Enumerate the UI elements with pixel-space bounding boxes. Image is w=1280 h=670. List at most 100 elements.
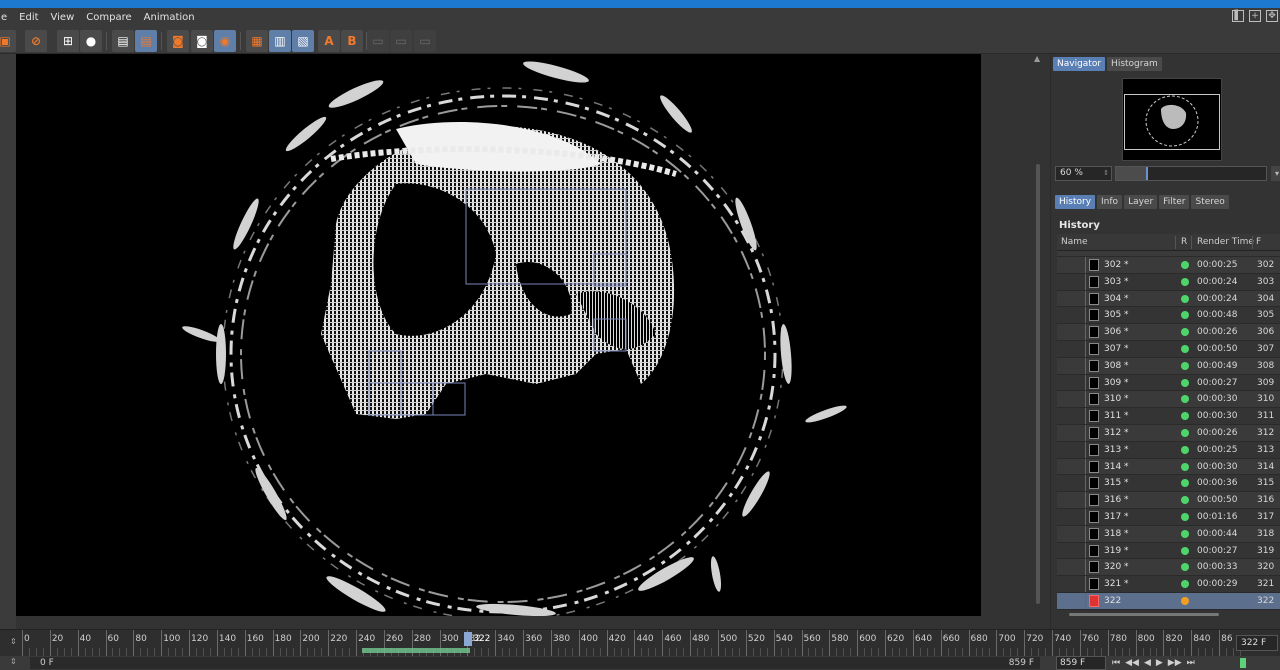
go-to-end-icon[interactable]: ⏭	[1187, 656, 1195, 670]
zoom-input[interactable]: 60 % ⇕	[1055, 166, 1112, 181]
row-name: 311 *	[1104, 411, 1129, 422]
table-row[interactable]: 309 * 00:00:27 309	[1057, 374, 1280, 392]
table-row[interactable]: 307 * 00:00:50 307	[1057, 340, 1280, 358]
column-r[interactable]: R	[1181, 234, 1187, 251]
play-icon[interactable]: ▶	[1156, 656, 1163, 670]
scroll-up-icon[interactable]: ▲	[1034, 54, 1040, 63]
wipe-vertical-icon[interactable]: ▧	[292, 30, 314, 52]
table-row[interactable]: 310 * 00:00:30 310	[1057, 391, 1280, 409]
set-b-icon[interactable]: B	[341, 30, 363, 52]
tab-stereo[interactable]: Stereo	[1191, 195, 1229, 209]
menu-file-partial[interactable]: e	[0, 8, 13, 28]
frame-thumbnail	[1089, 460, 1099, 473]
frame-range-bar[interactable]: 0 F 859 F	[30, 657, 1040, 669]
column-name[interactable]: Name	[1061, 234, 1088, 251]
tick-minor	[1003, 648, 1005, 656]
table-row[interactable]: 312 * 00:00:26 312	[1057, 424, 1280, 442]
tab-layer[interactable]: Layer	[1124, 195, 1158, 209]
set-a-icon[interactable]: A	[318, 30, 340, 52]
open-icon[interactable]: ▣	[0, 30, 16, 52]
maximize-icon[interactable]: +	[1249, 10, 1261, 22]
end-frame-field[interactable]: 859 F	[1056, 656, 1106, 670]
move-icon[interactable]: ✥	[1266, 10, 1278, 22]
column-f[interactable]: F	[1256, 234, 1261, 251]
table-row[interactable]: 318 * 00:00:44 318	[1057, 525, 1280, 543]
menu-view[interactable]: View	[45, 8, 81, 28]
compare-icon[interactable]: ▦	[246, 30, 268, 52]
table-row[interactable]: 322 322	[1057, 592, 1280, 610]
tick-label: 840	[1193, 634, 1211, 644]
table-row[interactable]: 316 * 00:00:50 316	[1057, 492, 1280, 509]
menu-animation[interactable]: Animation	[138, 8, 201, 28]
tick-mark	[662, 630, 664, 656]
previous-frame-icon[interactable]: ◀	[1144, 656, 1151, 670]
show-b-icon[interactable]: ◙	[191, 30, 213, 52]
tick-label: 420	[608, 634, 626, 644]
timeline[interactable]: ⇕ 0 20 40 60 80 100 120 140 160 180 200 220 240 260 28…	[0, 629, 1280, 656]
layout-toggle-icon[interactable]: ▌	[1232, 10, 1244, 22]
previous-key-icon[interactable]: ◀◀	[1125, 656, 1139, 670]
timeline-scroll-icon[interactable]: ⇕	[10, 637, 17, 646]
toggle-ab-icon[interactable]: ◉	[214, 30, 236, 52]
table-row[interactable]: 303 * 00:00:24 303	[1057, 273, 1280, 291]
table-row[interactable]: 313 * 00:00:25 313	[1057, 441, 1280, 459]
active-layer-icon[interactable]: ▤	[135, 30, 157, 52]
stop-render-icon[interactable]: ⊘	[25, 30, 47, 52]
tick-minor	[530, 648, 532, 656]
swap-ab-icon[interactable]: ▭	[367, 30, 389, 52]
tab-filter[interactable]: Filter	[1159, 195, 1190, 209]
spinner-icon[interactable]: ⇕	[1103, 167, 1109, 180]
tick-minor	[1177, 648, 1179, 656]
table-row[interactable]: 314 * 00:00:30 314	[1057, 458, 1280, 476]
timeline-playhead[interactable]	[464, 632, 473, 646]
table-row[interactable]: 319 * 00:00:27 319	[1057, 542, 1280, 560]
zoom-slider[interactable]	[1115, 166, 1267, 181]
column-render-time[interactable]: Render Time	[1197, 234, 1254, 251]
wipe-horizontal-icon[interactable]: ▥	[269, 30, 291, 52]
table-row[interactable]: 308 * 00:00:49 308	[1057, 357, 1280, 375]
row-frame: 308	[1257, 360, 1275, 371]
table-row[interactable]: 305 * 00:00:48 305	[1057, 307, 1280, 325]
tab-histogram[interactable]: Histogram	[1107, 57, 1162, 71]
menu-edit[interactable]: Edit	[13, 8, 44, 28]
history-hscrollbar[interactable]	[1061, 612, 1280, 618]
current-frame-field[interactable]: 322 F	[1236, 635, 1278, 651]
table-row[interactable]: 321 * 00:00:29 321	[1057, 576, 1280, 593]
tick-minor	[1205, 648, 1207, 656]
row-frame: 322	[1257, 595, 1275, 606]
viewport-scrollbar[interactable]	[1036, 164, 1040, 604]
zoom-icon[interactable]: ▭	[414, 30, 436, 52]
zoom-slider-knob[interactable]	[1146, 167, 1148, 180]
table-row[interactable]: 302 * 00:00:25 302	[1057, 257, 1280, 274]
navigator-view-frame[interactable]	[1124, 94, 1220, 150]
tree-line	[1085, 542, 1086, 559]
tick-minor	[989, 648, 991, 656]
table-row[interactable]: 317 * 00:01:16 317	[1057, 508, 1280, 526]
go-to-start-icon[interactable]: ⏮	[1112, 656, 1120, 670]
row-name: 322	[1104, 595, 1122, 606]
region-render-icon[interactable]: ⊞	[57, 30, 79, 52]
row-name: 304 *	[1104, 293, 1129, 304]
table-row[interactable]: 320 * 00:00:33 320	[1057, 559, 1280, 577]
layer-icon[interactable]: ▤	[112, 30, 134, 52]
tab-info[interactable]: Info	[1097, 195, 1123, 209]
table-row[interactable]: 306 * 00:00:26 306	[1057, 324, 1280, 341]
timeline-ruler[interactable]: 0 20 40 60 80 100 120 140 160 180 200 220 240 260 280 3…	[22, 630, 1241, 657]
table-row[interactable]: 304 * 00:00:24 304	[1057, 290, 1280, 308]
rendered-frames-range	[361, 648, 471, 653]
user-area-icon[interactable]: ●	[80, 30, 102, 52]
bottom-scroll-icon[interactable]: ⇕	[10, 657, 17, 666]
table-row[interactable]: 311 * 00:00:30 311	[1057, 408, 1280, 425]
frame-thumbnail	[1089, 292, 1099, 305]
next-frame-icon[interactable]: ▶▶	[1168, 656, 1182, 670]
hscroll-thumb[interactable]	[1069, 613, 1219, 616]
tab-navigator[interactable]: Navigator	[1053, 57, 1106, 71]
zoom-dropdown-icon[interactable]: ▾	[1271, 166, 1280, 181]
render-canvas[interactable]	[16, 54, 981, 616]
navigator-thumbnail[interactable]	[1122, 78, 1222, 161]
tab-history[interactable]: History	[1055, 195, 1096, 209]
menu-compare[interactable]: Compare	[80, 8, 137, 28]
show-a-icon[interactable]: ◙	[167, 30, 189, 52]
table-row[interactable]: 315 * 00:00:36 315	[1057, 475, 1280, 493]
fit-icon[interactable]: ▭	[390, 30, 412, 52]
